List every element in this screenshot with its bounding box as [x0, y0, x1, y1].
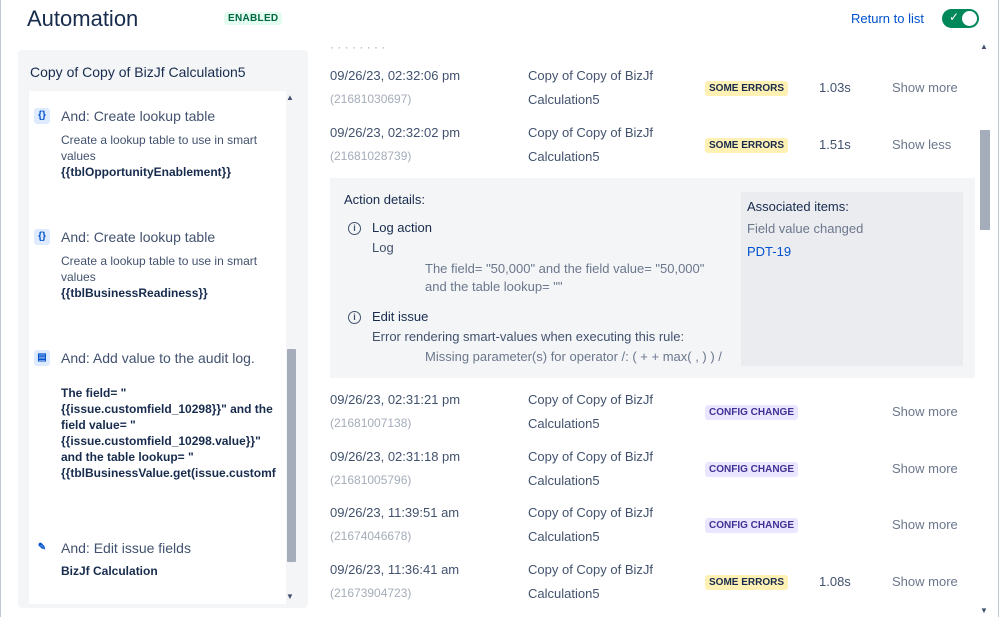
row-date: 09/26/23, 02:32:06 pm — [330, 68, 461, 83]
row-date: 09/26/23, 11:39:51 am — [330, 505, 460, 520]
row-rule-name: Copy of Copy of BizJf — [528, 449, 653, 464]
status-badge: SOME ERRORS — [705, 81, 789, 96]
associated-items-panel: Associated items: Field value changed PD… — [741, 192, 963, 366]
row-rule-name: Copy of Copy of BizJf — [528, 505, 653, 520]
row-id: (21681028739) — [330, 149, 412, 163]
scroll-up-arrow-icon[interactable]: ▲ — [980, 42, 988, 51]
status-badge: CONFIG CHANGE — [705, 518, 798, 533]
row-date: 09/26/23, 02:32:02 pm — [330, 125, 461, 140]
edit-issue-message: Missing parameter(s) for operator /: ( +… — [425, 349, 722, 364]
rule-title: Copy of Copy of BizJf Calculation5 — [30, 64, 246, 80]
row-date: 09/26/23, 11:36:41 am — [330, 562, 460, 577]
page-title: Automation — [27, 6, 139, 31]
check-icon: ✓ — [949, 10, 960, 24]
cut-off-row: · · · · · · · · — [330, 40, 386, 54]
row-duration: 1.08s — [819, 574, 851, 589]
row-rule-name: Calculation5 — [528, 149, 600, 164]
show-more-link[interactable]: Show more — [892, 574, 958, 589]
status-badge: ENABLED — [224, 12, 283, 25]
page-header: Automation ENABLED Return to list ✓ — [0, 0, 999, 40]
log-action-label: Log action — [372, 220, 432, 235]
row-rule-name: Calculation5 — [528, 416, 600, 431]
row-rule-name: Calculation5 — [528, 92, 600, 107]
row-id: (21681030697) — [330, 92, 412, 106]
associated-item-value: Field value changed — [747, 221, 864, 236]
log-action-sub: Log — [372, 240, 394, 255]
table-row[interactable]: 09/26/23, 02:32:06 pm (21681030697) Copy… — [318, 66, 978, 123]
return-to-list-link[interactable]: Return to list — [851, 11, 924, 26]
step-heading: And: Create lookup table — [61, 229, 216, 245]
window-border-left — [0, 0, 1, 617]
step-value: {{tblOpportunityEnablement}} — [61, 165, 232, 179]
scroll-down-arrow-icon[interactable]: ▼ — [286, 592, 294, 601]
action-details-panel: Action details: i Log action Log The fie… — [330, 178, 975, 378]
pencil-icon: ✎ — [37, 542, 47, 553]
step-value: BizJf Calculation — [61, 564, 158, 578]
row-rule-name: Calculation5 — [528, 473, 600, 488]
status-badge: SOME ERRORS — [705, 575, 789, 590]
rule-step[interactable]: ✎ And: Edit issue fields BizJf Calculati… — [29, 539, 279, 589]
table-row[interactable]: 09/26/23, 11:36:41 am (21673904723) Copy… — [318, 560, 978, 617]
document-icon: ▤ — [34, 350, 50, 366]
step-description: Create a lookup table to use in smart va… — [61, 133, 258, 163]
show-less-link[interactable]: Show less — [892, 137, 951, 152]
scroll-up-arrow-icon[interactable]: ▲ — [286, 93, 294, 102]
braces-icon: {} — [34, 229, 50, 245]
info-icon: i — [348, 311, 361, 324]
table-row[interactable]: 09/26/23, 11:39:51 am (21674046678) Copy… — [318, 503, 978, 560]
edit-issue-label: Edit issue — [372, 309, 429, 324]
rule-panel: Copy of Copy of BizJf Calculation5 {} An… — [18, 50, 308, 608]
table-row[interactable]: 09/26/23, 02:32:02 pm (21681028739) Copy… — [318, 123, 978, 180]
step-heading: And: Edit issue fields — [61, 540, 191, 556]
row-duration: 1.51s — [819, 137, 851, 152]
scroll-down-arrow-icon[interactable]: ▼ — [980, 606, 988, 615]
row-id: (21673904723) — [330, 586, 412, 600]
status-badge: SOME ERRORS — [705, 138, 789, 153]
log-action-message: The field= "50,000" and the field value=… — [425, 261, 705, 294]
row-rule-name: Copy of Copy of BizJf — [528, 562, 653, 577]
row-rule-name: Copy of Copy of BizJf — [528, 125, 653, 140]
log-list-scrollbar[interactable] — [980, 130, 990, 230]
row-date: 09/26/23, 02:31:21 pm — [330, 392, 461, 407]
step-heading: And: Add value to the audit log. — [61, 350, 255, 366]
step-heading: And: Create lookup table — [61, 108, 216, 124]
rule-steps-list[interactable]: {} And: Create lookup table Create a loo… — [29, 91, 286, 604]
row-rule-name: Copy of Copy of BizJf — [528, 392, 653, 407]
edit-issue-error: Error rendering smart-values when execut… — [372, 329, 685, 344]
row-duration: 1.03s — [819, 80, 851, 95]
status-badge: CONFIG CHANGE — [705, 462, 798, 477]
associated-items-title: Associated items: — [747, 199, 849, 214]
info-icon: i — [348, 222, 361, 235]
row-rule-name: Calculation5 — [528, 586, 600, 601]
step-value: {{tblBusinessReadiness}} — [61, 286, 208, 300]
row-id: (21674046678) — [330, 529, 412, 543]
row-date: 09/26/23, 02:31:18 pm — [330, 449, 461, 464]
braces-icon: {} — [34, 108, 50, 124]
show-more-link[interactable]: Show more — [892, 517, 958, 532]
details-title: Action details: — [344, 192, 425, 207]
rule-list-scrollbar[interactable] — [287, 349, 296, 562]
rule-step[interactable]: {} And: Create lookup table Create a loo… — [29, 107, 279, 217]
show-more-link[interactable]: Show more — [892, 461, 958, 476]
table-row[interactable]: 09/26/23, 02:31:18 pm (21681005796) Copy… — [318, 447, 978, 504]
rule-enabled-toggle[interactable]: ✓ — [942, 9, 979, 28]
row-id: (21681007138) — [330, 416, 412, 430]
step-description: Create a lookup table to use in smart va… — [61, 254, 258, 284]
row-rule-name: Calculation5 — [528, 529, 600, 544]
show-more-link[interactable]: Show more — [892, 404, 958, 419]
row-rule-name: Copy of Copy of BizJf — [528, 68, 653, 83]
rule-step[interactable]: ▤ And: Add value to the audit log. The f… — [29, 349, 279, 489]
rule-step[interactable]: {} And: Create lookup table Create a loo… — [29, 228, 279, 338]
toggle-knob — [962, 11, 977, 26]
status-badge: CONFIG CHANGE — [705, 405, 798, 420]
issue-link[interactable]: PDT-19 — [747, 244, 791, 259]
row-id: (21681005796) — [330, 473, 412, 487]
show-more-link[interactable]: Show more — [892, 80, 958, 95]
table-row[interactable]: 09/26/23, 02:31:21 pm (21681007138) Copy… — [318, 390, 978, 447]
step-value: The field= " {{issue.customfield_10298}}… — [61, 386, 276, 480]
